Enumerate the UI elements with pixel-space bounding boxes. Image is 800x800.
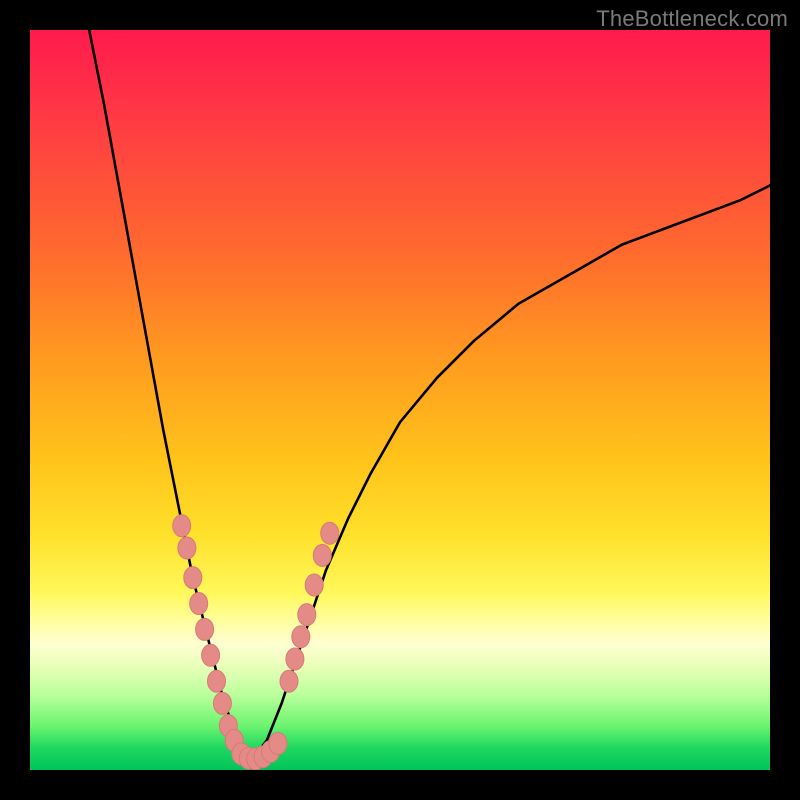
marker-dot: [202, 644, 220, 666]
chart-frame: TheBottleneck.com: [0, 0, 800, 800]
marker-dot: [292, 626, 310, 648]
marker-dot: [321, 522, 339, 544]
marker-dot: [213, 692, 231, 714]
marker-dot: [305, 574, 323, 596]
curve-layer: [30, 30, 770, 770]
data-markers: [173, 515, 339, 770]
marker-dot: [190, 593, 208, 615]
marker-dot: [184, 567, 202, 589]
marker-dot: [269, 732, 287, 754]
marker-dot: [208, 670, 226, 692]
marker-dot: [280, 670, 298, 692]
left-curve: [89, 30, 252, 759]
marker-dot: [173, 515, 191, 537]
marker-dot: [178, 537, 196, 559]
right-curve: [252, 185, 770, 759]
marker-dot: [313, 544, 331, 566]
marker-dot: [298, 604, 316, 626]
plot-area: [30, 30, 770, 770]
watermark-text: TheBottleneck.com: [596, 6, 788, 32]
marker-dot: [196, 618, 214, 640]
marker-dot: [286, 648, 304, 670]
